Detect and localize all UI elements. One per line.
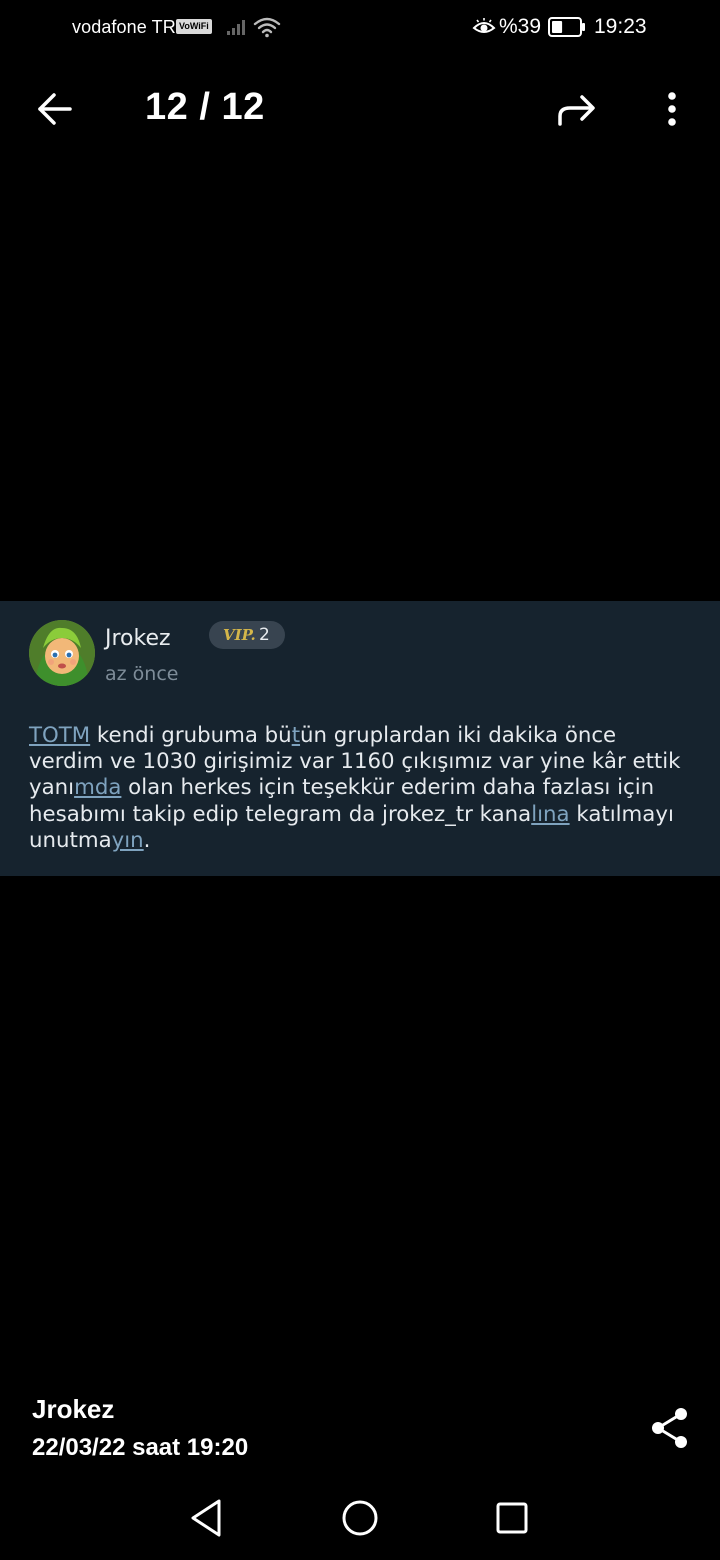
post-body-segment: . (143, 827, 151, 853)
post-body-link[interactable]: mda (74, 775, 121, 800)
footer-author: Jrokez (32, 1394, 115, 1424)
post-body-segment: kendi grubuma bü (90, 723, 292, 748)
back-arrow-icon[interactable] (30, 84, 80, 134)
post-body-text: TOTM kendi grubuma bütün gruplardan iki … (29, 723, 697, 854)
more-vert-icon[interactable] (656, 86, 688, 134)
user-avatar[interactable] (29, 620, 95, 686)
square-recents-icon[interactable] (494, 1500, 530, 1536)
forward-arrow-icon[interactable] (552, 86, 600, 132)
eye-comfort-icon (472, 18, 496, 33)
post-username[interactable]: Jrokez (105, 626, 171, 651)
clock: 19:23 (594, 15, 647, 38)
post-card: Jrokez VIP. 2 az önce TOTM kendi grubuma… (0, 601, 720, 876)
avatar-image (29, 620, 95, 686)
share-icon[interactable] (648, 1406, 692, 1450)
carrier-name: vodafone TR (72, 17, 176, 37)
status-bar: vodafone TR VoWiFi %39 19:23 (0, 0, 720, 56)
vip-logo: VIP. (223, 626, 256, 644)
vowifi-badge: VoWiFi (176, 19, 212, 34)
post-body-link[interactable]: yın (112, 828, 144, 853)
battery-icon (548, 17, 585, 37)
page-counter: 12 / 12 (145, 86, 265, 128)
battery-percent: %39 (499, 15, 542, 38)
post-relative-time: az önce (105, 663, 179, 685)
circle-home-icon[interactable] (340, 1498, 380, 1538)
post-body-link[interactable]: TOTM (29, 723, 90, 748)
vip-level: 2 (259, 625, 270, 645)
footer-date: 22/03/22 saat 19:20 (32, 1434, 249, 1461)
post-body-link[interactable]: t (292, 723, 300, 748)
wifi-icon (253, 17, 281, 38)
signal-strength-icon (227, 20, 245, 35)
vip-badge: VIP. 2 (209, 621, 285, 649)
post-body-link[interactable]: lına (531, 802, 569, 827)
triangle-back-icon[interactable] (186, 1496, 226, 1540)
